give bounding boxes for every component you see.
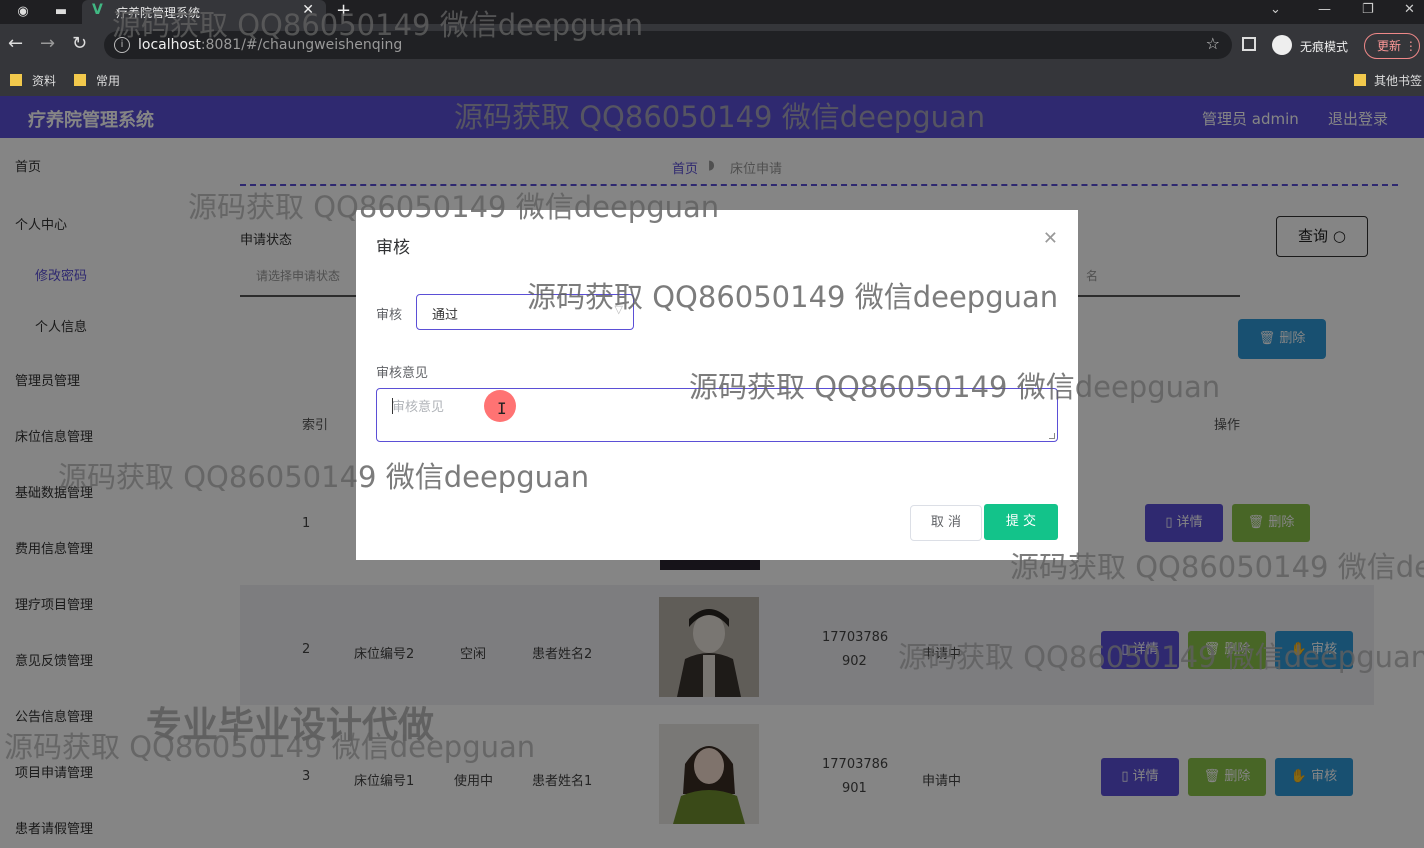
- update-button[interactable]: 更新 ⋮: [1364, 33, 1420, 59]
- watermark: 源码获取 QQ86050149 微信deepguan: [1010, 550, 1424, 584]
- cancel-button[interactable]: 取 消: [910, 505, 982, 541]
- incognito-label: 无痕模式: [1300, 40, 1349, 54]
- watermark: 源码获取 QQ86050149 微信deepguan: [454, 100, 986, 134]
- watermark: 源码获取 QQ86050149 微信deepguan: [898, 640, 1424, 674]
- text-cursor-icon: I: [497, 399, 507, 418]
- opinion-label: 审核意见: [376, 366, 429, 381]
- dialog-title: 审核: [376, 238, 410, 258]
- bookmark-folder[interactable]: 常用: [74, 72, 120, 89]
- restore-icon[interactable]: ❐: [1362, 2, 1374, 17]
- watermark: 源码获取 QQ86050149 微信deepguan: [527, 280, 1059, 314]
- watermark: 源码获取 QQ86050149 微信deepguan: [4, 730, 536, 764]
- bookmark-label: 常用: [96, 74, 121, 88]
- watermark: 源码获取 QQ86050149 微信deepguan: [689, 370, 1221, 404]
- bookmarks-bar: 资料 常用 其他书签: [0, 66, 1424, 96]
- text-caret: [392, 398, 393, 414]
- tab-search-icon[interactable]: ⌄: [1270, 2, 1281, 17]
- audit-select-value: 通过: [432, 308, 459, 323]
- folder-icon: [74, 74, 86, 86]
- update-label: 更新: [1377, 39, 1402, 53]
- reload-icon[interactable]: ↻: [72, 34, 87, 54]
- vue-favicon-icon: V: [92, 2, 103, 18]
- minimize-icon[interactable]: —: [1318, 2, 1331, 17]
- forward-icon[interactable]: →: [40, 34, 55, 54]
- bookmark-label: 资料: [32, 74, 57, 88]
- incognito-icon[interactable]: [1272, 35, 1292, 55]
- bookmark-folder[interactable]: 资料: [10, 72, 56, 89]
- window-icon[interactable]: ▬: [52, 3, 70, 21]
- watermark: 源码获取 QQ86050149 微信deepguan: [112, 8, 644, 42]
- folder-icon: [1354, 74, 1366, 86]
- bookmark-star-icon[interactable]: ☆: [1206, 34, 1220, 53]
- side-panel-icon[interactable]: [1242, 37, 1256, 51]
- watermark: 源码获取 QQ86050149 微信deepguan: [188, 190, 720, 224]
- bookmark-folder[interactable]: 其他书签: [1354, 72, 1422, 89]
- close-window-icon[interactable]: ✕: [1404, 2, 1415, 17]
- folder-icon: [10, 74, 22, 86]
- opinion-placeholder: 审核意见: [392, 400, 445, 415]
- watermark: 源码获取 QQ86050149 微信deepguan: [58, 460, 590, 494]
- audit-label: 审核: [376, 308, 403, 323]
- bookmark-label: 其他书签: [1374, 74, 1423, 88]
- resize-grip-icon[interactable]: [1049, 433, 1055, 439]
- close-icon[interactable]: ✕: [1043, 228, 1058, 249]
- submit-button[interactable]: 提 交: [984, 504, 1058, 540]
- back-icon[interactable]: ←: [8, 34, 23, 54]
- chrome-icon[interactable]: ◉: [14, 3, 32, 21]
